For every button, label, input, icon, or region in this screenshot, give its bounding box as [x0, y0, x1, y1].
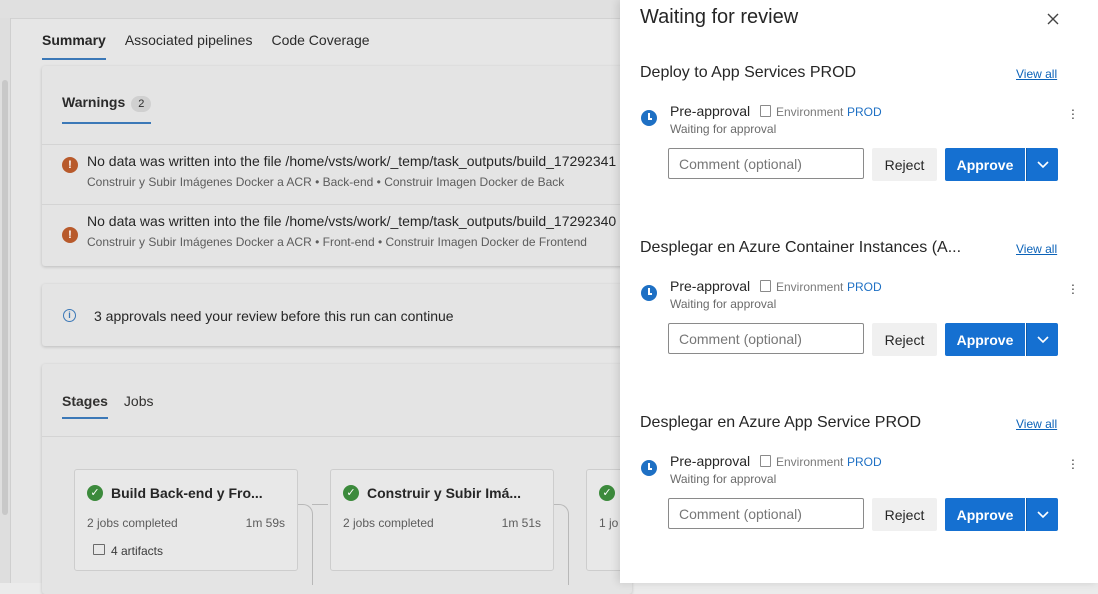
check-name: Pre-approval: [670, 278, 751, 294]
warnings-card: Warnings 2 ! No data was written into the…: [42, 66, 632, 266]
approval-status: Waiting for approval: [670, 297, 777, 311]
warnings-tab[interactable]: Warnings 2: [62, 94, 152, 124]
reject-button[interactable]: Reject: [872, 498, 937, 531]
approvals-info-banner: i 3 approvals need your review before th…: [42, 284, 632, 346]
approve-button[interactable]: Approve: [945, 498, 1025, 531]
divider: [42, 436, 632, 437]
environment-link[interactable]: PROD: [847, 105, 882, 119]
chevron-down-icon: [1036, 336, 1049, 344]
waiting-for-review-panel: Waiting for review Deploy to App Service…: [620, 0, 1098, 583]
reject-button[interactable]: Reject: [872, 148, 937, 181]
comment-input[interactable]: [668, 498, 864, 529]
approval-status: Waiting for approval: [670, 122, 777, 136]
artifact-icon: [93, 544, 105, 555]
stage-name: Build Back-end y Fro...: [111, 485, 263, 501]
approve-dropdown-button[interactable]: [1026, 148, 1058, 181]
environment-link[interactable]: PROD: [847, 280, 882, 294]
stages-tabs: Stages Jobs: [62, 393, 154, 419]
scrollbar-thumb[interactable]: [2, 80, 8, 515]
warning-circle-icon: !: [62, 157, 78, 173]
stage-artifacts[interactable]: 4 artifacts: [111, 544, 163, 558]
check-circle-icon: ✓: [599, 485, 615, 501]
clock-icon: [641, 460, 657, 476]
more-vertical-icon[interactable]: · · ·: [1070, 102, 1076, 124]
stage-duration: 1m 59s: [245, 516, 285, 530]
stage-card[interactable]: ✓ Construir y Subir Imá... 2 jobs comple…: [330, 469, 554, 571]
check-circle-icon: ✓: [87, 485, 103, 501]
approval-stage-name: Desplegar en Azure App Service PROD: [640, 414, 922, 431]
close-icon[interactable]: [1044, 10, 1062, 28]
view-all-link[interactable]: View all: [1016, 67, 1057, 81]
view-all-link[interactable]: View all: [1016, 417, 1057, 431]
panel-title: Waiting for review: [640, 6, 799, 28]
approval-stage-name: Deploy to App Services PROD: [640, 64, 857, 81]
stage-connector: [312, 504, 328, 505]
approve-dropdown-button[interactable]: [1026, 498, 1058, 531]
approval-section: Desplegar en Azure Container Instances (…: [620, 239, 1098, 414]
approve-button[interactable]: Approve: [945, 323, 1025, 356]
left-scrollbar[interactable]: [0, 18, 11, 583]
warning-row[interactable]: ! No data was written into the file /hom…: [42, 204, 632, 265]
stage-jobs: 1 jo: [599, 516, 619, 530]
approve-dropdown-button[interactable]: [1026, 323, 1058, 356]
environment-label: Environment: [776, 280, 844, 294]
approve-button[interactable]: Approve: [945, 148, 1025, 181]
reject-button[interactable]: Reject: [872, 323, 937, 356]
check-name: Pre-approval: [670, 103, 751, 119]
stage-card[interactable]: ✓ Build Back-end y Fro... 2 jobs complet…: [74, 469, 298, 571]
warning-circle-icon: !: [62, 227, 78, 243]
warning-detail: Construir y Subir Imágenes Docker a ACR …: [87, 235, 587, 249]
stage-jobs: 2 jobs completed: [343, 516, 434, 530]
warning-message: No data was written into the file /home/…: [87, 153, 617, 169]
top-strip: [0, 0, 620, 19]
tab-summary[interactable]: Summary: [42, 32, 106, 60]
environment-label: Environment: [776, 105, 844, 119]
run-tabs: Summary Associated pipelines Code Covera…: [42, 32, 370, 60]
more-vertical-icon[interactable]: · · ·: [1070, 452, 1076, 474]
stage-jobs: 2 jobs completed: [87, 516, 178, 530]
clock-icon: [641, 285, 657, 301]
approval-stage-name: Desplegar en Azure Container Instances (…: [640, 239, 962, 256]
chevron-down-icon: [1036, 511, 1049, 519]
tab-associated-pipelines[interactable]: Associated pipelines: [125, 32, 253, 60]
info-banner-text: 3 approvals need your review before this…: [94, 308, 454, 324]
warning-message: No data was written into the file /home/…: [87, 213, 617, 229]
comment-input[interactable]: [668, 323, 864, 354]
environment-icon: [760, 455, 771, 467]
approval-section: Deploy to App Services PROD View all Pre…: [620, 64, 1098, 239]
comment-input[interactable]: [668, 148, 864, 179]
chevron-down-icon: [1036, 161, 1049, 169]
stage-duration: 1m 51s: [501, 516, 541, 530]
view-all-link[interactable]: View all: [1016, 242, 1057, 256]
approval-status: Waiting for approval: [670, 472, 777, 486]
tab-jobs[interactable]: Jobs: [124, 393, 154, 419]
check-circle-icon: ✓: [343, 485, 359, 501]
environment-icon: [760, 105, 771, 117]
clock-icon: [641, 110, 657, 126]
environment-icon: [760, 280, 771, 292]
stages-card: Stages Jobs ✓ Build Back-end y Fro... 2 …: [42, 364, 668, 594]
warning-detail: Construir y Subir Imágenes Docker a ACR …: [87, 175, 565, 189]
check-name: Pre-approval: [670, 453, 751, 469]
stage-connector: [298, 504, 313, 585]
warnings-count-badge: 2: [131, 96, 152, 112]
environment-label: Environment: [776, 455, 844, 469]
tab-code-coverage[interactable]: Code Coverage: [271, 32, 369, 60]
stage-name: Construir y Subir Imá...: [367, 485, 522, 501]
stage-connector: [554, 504, 569, 585]
warnings-title: Warnings: [62, 94, 126, 110]
environment-link[interactable]: PROD: [847, 455, 882, 469]
info-icon: i: [63, 309, 76, 322]
more-vertical-icon[interactable]: · · ·: [1070, 277, 1076, 299]
warning-row[interactable]: ! No data was written into the file /hom…: [42, 144, 632, 205]
approval-section: Desplegar en Azure App Service PROD View…: [620, 414, 1098, 589]
tab-stages[interactable]: Stages: [62, 393, 108, 419]
